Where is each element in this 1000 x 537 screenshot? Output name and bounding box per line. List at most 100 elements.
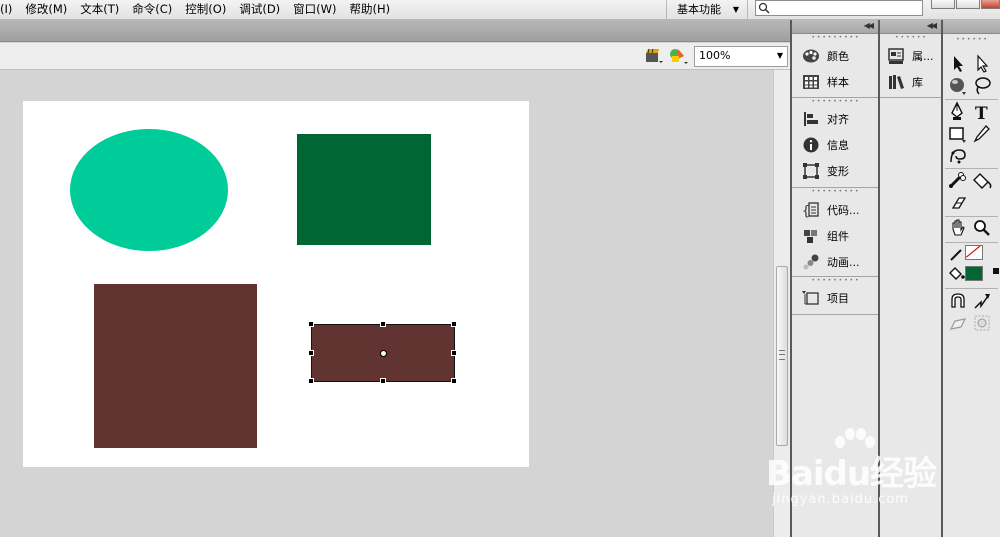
magnifier-icon xyxy=(974,220,990,236)
subselection-tool[interactable] xyxy=(971,53,993,75)
swatches-grid-icon xyxy=(803,75,819,89)
menu-modify[interactable]: 修改(M) xyxy=(19,0,74,20)
selection-tool[interactable] xyxy=(947,53,969,75)
pen-icon xyxy=(951,101,963,120)
tool-separator xyxy=(945,99,998,100)
straighten-icon xyxy=(974,294,990,309)
panel-button-color[interactable]: 颜色 xyxy=(792,44,878,68)
panel-button-code-snippets[interactable]: { 代码... xyxy=(792,198,878,222)
group-grip-icon[interactable]: • • • • • • • • • xyxy=(792,35,878,41)
transform-point[interactable] xyxy=(380,350,387,357)
black-white-button[interactable] xyxy=(986,263,999,285)
workspace-switcher[interactable]: 基本功能 ▼ xyxy=(666,0,748,20)
properties-icon xyxy=(888,48,904,64)
edit-symbol-icon[interactable] xyxy=(669,47,689,65)
info-icon xyxy=(803,137,819,153)
hand-tool[interactable] xyxy=(947,217,969,239)
transform-handle-bottom-right[interactable] xyxy=(451,378,457,384)
menu-debug[interactable]: 调试(D) xyxy=(233,0,287,20)
stage-vertical-scrollbar[interactable] xyxy=(773,70,790,537)
pen-tool[interactable] xyxy=(947,101,969,123)
tool-separator xyxy=(945,168,998,169)
panel-button-align[interactable]: 对齐 xyxy=(792,107,878,131)
panel-button-info[interactable]: 信息 xyxy=(792,133,878,157)
bone-tool[interactable] xyxy=(947,170,969,192)
panel-label-color: 颜色 xyxy=(827,50,849,63)
menu-commands[interactable]: 命令(C) xyxy=(126,0,179,20)
rectangle-tool[interactable] xyxy=(947,123,969,145)
panel-button-project[interactable]: 项目 xyxy=(792,286,878,310)
panel-label-project: 项目 xyxy=(827,292,849,305)
group-grip-icon[interactable]: • • • • • • • • • xyxy=(792,278,878,284)
swap-colors-icon xyxy=(993,268,999,274)
menu-window[interactable]: 窗口(W) xyxy=(287,0,343,20)
search-input[interactable] xyxy=(772,1,920,15)
components-icon xyxy=(804,230,817,243)
menu-text[interactable]: 文本(T) xyxy=(74,0,126,20)
paint-bucket-icon xyxy=(973,173,992,189)
group-grip-icon[interactable]: • • • • • • xyxy=(943,37,1000,43)
transform-handle-top-left[interactable] xyxy=(308,321,314,327)
close-button[interactable] xyxy=(981,0,1000,9)
panel-button-transform[interactable]: 变形 xyxy=(792,159,878,183)
panel-label-components: 组件 xyxy=(827,230,849,243)
transform-handle-right[interactable] xyxy=(451,350,457,356)
menu-insert[interactable]: (I) xyxy=(0,0,19,20)
transform-handle-bottom[interactable] xyxy=(380,378,386,384)
scale-button[interactable] xyxy=(971,312,993,334)
lasso-tool[interactable] xyxy=(971,75,993,97)
panel-column-header[interactable] xyxy=(943,20,1000,34)
group-grip-icon[interactable]: • • • • • • • • • xyxy=(792,99,878,105)
edit-scene-icon[interactable] xyxy=(645,48,663,64)
scrollbar-thumb[interactable] xyxy=(776,266,788,446)
zoom-tool[interactable] xyxy=(971,217,993,239)
group-grip-icon[interactable]: • • • • • • • • • xyxy=(792,189,878,195)
transform-handle-top[interactable] xyxy=(380,321,386,327)
panel-column-header[interactable]: ◀◀ xyxy=(792,20,878,34)
green-rectangle-shape[interactable] xyxy=(297,134,431,245)
panel-group-color: • • • • • • • • • 颜色 样本 xyxy=(792,34,878,98)
panel-button-library[interactable]: 库 xyxy=(880,70,941,94)
collapse-icon[interactable]: ◀◀ xyxy=(864,21,874,30)
smooth-button[interactable] xyxy=(947,312,969,334)
align-icon xyxy=(804,112,818,126)
selected-brown-rectangle-shape[interactable] xyxy=(308,321,457,384)
panel-button-swatches[interactable]: 样本 xyxy=(792,70,878,94)
text-t-icon: T xyxy=(975,104,988,124)
straighten-button[interactable] xyxy=(971,290,993,312)
transform-handle-left[interactable] xyxy=(308,350,314,356)
stage[interactable] xyxy=(23,101,529,467)
collapse-icon[interactable]: ◀◀ xyxy=(927,21,937,30)
panel-column-header[interactable]: ◀◀ xyxy=(880,20,941,34)
fill-color-swatch[interactable] xyxy=(965,266,983,281)
panel-button-components[interactable]: 组件 xyxy=(792,224,878,248)
deco-tool[interactable] xyxy=(947,145,969,167)
pencil-tool[interactable] xyxy=(971,123,993,145)
tools-panel: • • • • • • T xyxy=(943,20,1000,537)
panel-label-properties: 属... xyxy=(912,50,934,63)
panel-button-motion-presets[interactable]: 动画... xyxy=(792,250,878,274)
maximize-button[interactable] xyxy=(956,0,980,9)
eraser-tool[interactable] xyxy=(947,192,969,214)
3d-rotation-tool[interactable] xyxy=(947,75,969,97)
group-grip-icon[interactable]: • • • • • • xyxy=(880,35,941,41)
panel-button-properties[interactable]: 属... xyxy=(880,44,941,68)
panel-group-code: • • • • • • • • • { 代码... 组件 动画... xyxy=(792,188,878,277)
stroke-color-swatch[interactable] xyxy=(965,245,983,260)
menu-control[interactable]: 控制(O) xyxy=(179,0,233,20)
transform-handle-bottom-left[interactable] xyxy=(308,378,314,384)
arrow-cursor-icon xyxy=(954,56,963,72)
minimize-button[interactable] xyxy=(931,0,955,9)
brown-rectangle-shape[interactable] xyxy=(94,284,257,448)
panel-label-swatches: 样本 xyxy=(827,76,849,89)
snap-to-objects-button[interactable] xyxy=(947,290,969,312)
transform-handle-top-right[interactable] xyxy=(451,321,457,327)
text-tool[interactable]: T xyxy=(971,101,993,124)
help-search-box[interactable] xyxy=(755,0,923,16)
rectangle-icon xyxy=(949,127,966,143)
ellipse-shape[interactable] xyxy=(70,129,228,251)
menu-help[interactable]: 帮助(H) xyxy=(344,0,398,20)
panel-label-library: 库 xyxy=(912,76,923,89)
paint-bucket-tool[interactable] xyxy=(971,170,993,192)
zoom-select[interactable]: 100% ▼ xyxy=(694,46,788,67)
